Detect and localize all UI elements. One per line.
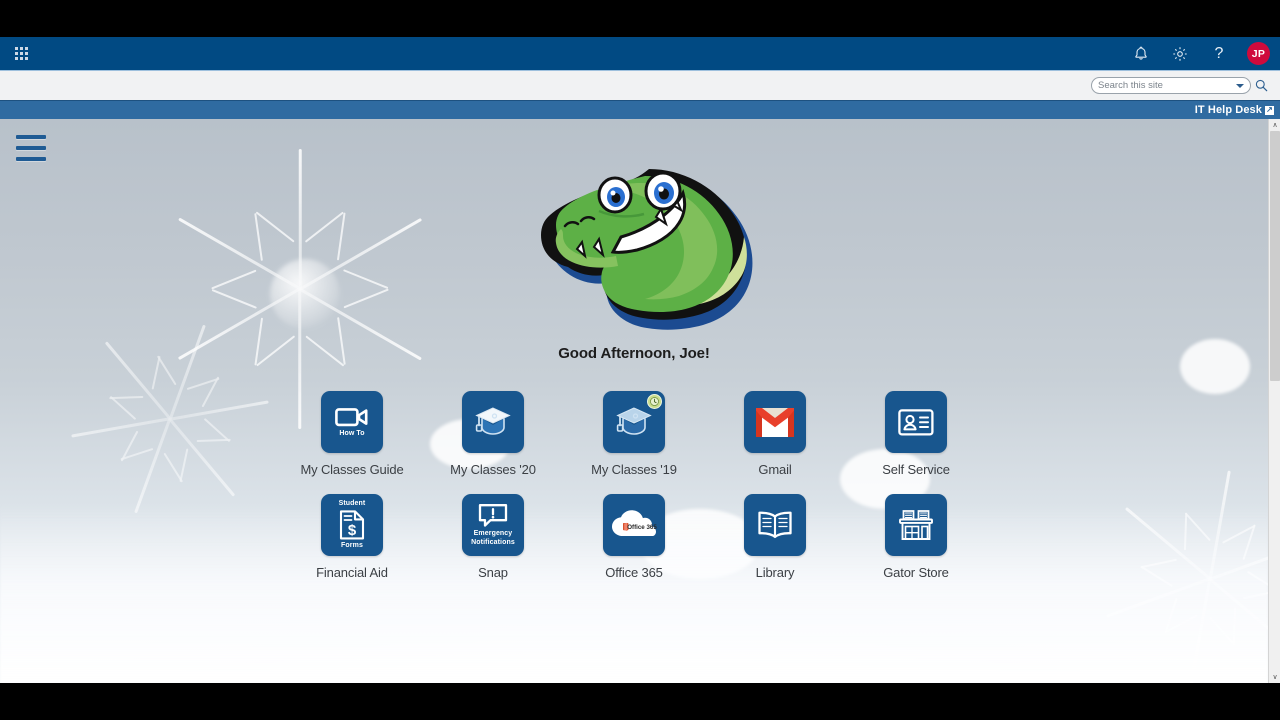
scrollbar-thumb[interactable] — [1270, 131, 1280, 381]
tile-self-service[interactable]: Self Service — [846, 391, 987, 477]
tile-gmail[interactable]: Gmail — [705, 391, 846, 477]
tile-label: My Classes '19 — [591, 462, 677, 477]
letterbox-bottom — [0, 683, 1280, 720]
tile-label: Gmail — [758, 462, 792, 477]
it-help-desk-link[interactable]: IT Help Desk ↗ — [1195, 104, 1280, 116]
tile-my-classes-guide[interactable]: How To My Classes Guide — [282, 391, 423, 477]
tile-label: My Classes '20 — [450, 462, 536, 477]
tile-label: Gator Store — [883, 565, 949, 580]
scroll-down-arrow-icon[interactable]: ∨ — [1269, 671, 1280, 683]
tile-snap[interactable]: Emergency Notifications Snap — [423, 494, 564, 580]
top-navigation-bar: ? JP — [0, 37, 1280, 70]
search-wrapper: Search this site — [1091, 77, 1280, 94]
letterbox-top — [0, 0, 1280, 37]
page-scrollbar[interactable]: ∧ ∨ — [1268, 119, 1280, 683]
app-tile-row-2: Student $ Forms Financial Aid Emergency … — [282, 494, 987, 580]
tile-my-classes-19[interactable]: My Classes '19 — [564, 391, 705, 477]
tile-label: Financial Aid — [316, 565, 388, 580]
store-building-icon — [885, 494, 947, 556]
greeting-text: Good Afternoon, Joe! — [558, 345, 710, 362]
svg-text:$: $ — [348, 522, 357, 539]
tile-financial-aid[interactable]: Student $ Forms Financial Aid — [282, 494, 423, 580]
search-icon[interactable] — [1255, 79, 1268, 92]
search-band: Search this site — [0, 70, 1280, 100]
svg-text:Office 365: Office 365 — [627, 524, 657, 531]
notification-bell-icon[interactable] — [1130, 43, 1152, 65]
help-question-glyph: ? — [1214, 44, 1224, 62]
help-question-icon[interactable]: ? — [1208, 43, 1230, 65]
scroll-up-arrow-icon[interactable]: ∧ — [1269, 119, 1280, 131]
tile-my-classes-20[interactable]: My Classes '20 — [423, 391, 564, 477]
tile-sub-label-bottom: Forms — [341, 541, 363, 549]
alert-speech-bubble-icon: Emergency Notifications — [462, 494, 524, 556]
gmail-icon — [744, 391, 806, 453]
app-tile-row-1: How To My Classes Guide My Classes '20 M… — [282, 391, 987, 477]
tile-label: Self Service — [882, 462, 950, 477]
open-book-icon — [744, 494, 806, 556]
clock-badge-icon — [647, 394, 662, 409]
id-card-icon — [885, 391, 947, 453]
gator-mascot-logo — [0, 167, 1268, 342]
tile-sub-line1: Emergency — [473, 530, 513, 538]
settings-gear-icon[interactable] — [1169, 43, 1191, 65]
dollar-document-icon: Student $ Forms — [321, 494, 383, 556]
tile-label: My Classes Guide — [300, 462, 404, 477]
portal-content-area: Good Afternoon, Joe! How To My Classes G… — [0, 119, 1268, 683]
office-365-cloud-icon: Office 365 — [603, 494, 665, 556]
chevron-down-icon[interactable] — [1236, 83, 1244, 88]
tile-office-365[interactable]: Office 365 Office 365 — [564, 494, 705, 580]
search-placeholder: Search this site — [1098, 80, 1163, 91]
screen-root: ? JP Search this site IT Help Desk ↗ Goo… — [0, 0, 1280, 720]
utility-link-bar: IT Help Desk ↗ — [0, 100, 1280, 119]
video-camera-icon: How To — [321, 391, 383, 453]
tile-label: Office 365 — [605, 565, 663, 580]
tile-gator-store[interactable]: Gator Store — [846, 494, 987, 580]
menu-hamburger-icon[interactable] — [16, 135, 46, 161]
navbar-right-actions: ? JP — [1130, 42, 1280, 65]
graduation-cap-icon — [603, 391, 665, 453]
tile-sub-label: Emergency Notifications — [471, 530, 515, 546]
it-help-desk-label: IT Help Desk — [1194, 104, 1262, 116]
app-launcher-grid-icon[interactable] — [4, 37, 38, 70]
search-input[interactable]: Search this site — [1091, 77, 1251, 94]
graduation-cap-icon — [462, 391, 524, 453]
tile-label: Library — [755, 565, 795, 580]
user-avatar[interactable]: JP — [1247, 42, 1270, 65]
external-link-icon: ↗ — [1265, 105, 1274, 115]
tile-label: Snap — [478, 565, 508, 580]
grid-dots — [14, 47, 28, 60]
tile-sub-label-top: Student — [338, 500, 366, 508]
tile-library[interactable]: Library — [705, 494, 846, 580]
tile-sub-line2: Notifications — [471, 538, 515, 546]
app-tile-grid: How To My Classes Guide My Classes '20 M… — [0, 391, 1268, 580]
tile-sub-label: How To — [339, 429, 365, 437]
browser-page: ? JP Search this site IT Help Desk ↗ Goo… — [0, 37, 1280, 683]
